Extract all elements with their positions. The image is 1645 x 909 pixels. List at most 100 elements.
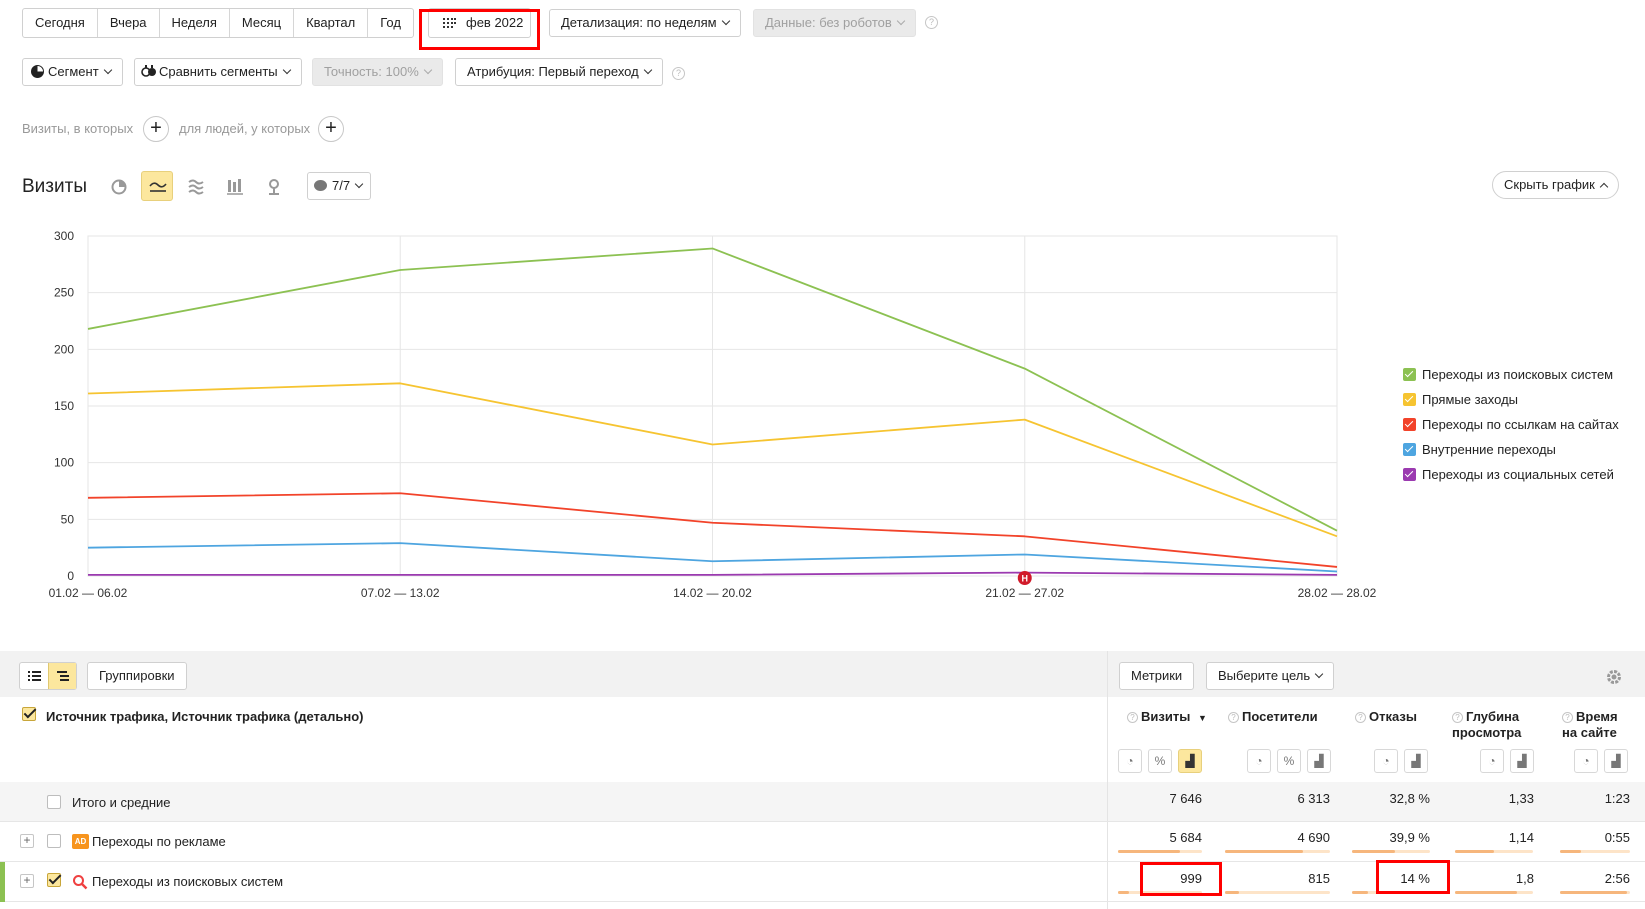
robots-filter-dropdown[interactable]: Данные: без роботов [753,9,916,37]
time-share-fill [1560,850,1581,853]
hide-chart-button[interactable]: Скрыть график [1492,171,1619,199]
depth-share-fill [1455,891,1518,894]
totals-depth: 1,33 [1508,791,1534,806]
row-checkbox[interactable] [47,795,61,809]
accuracy-label: Точность: 100% [324,64,419,79]
row-label[interactable]: Переходы из поисковых систем [92,874,283,889]
dimension-checkbox[interactable] [22,707,36,721]
totals-label: Итого и средние [72,795,171,810]
legend-checkbox-icon [1403,443,1416,456]
visits-pie-view-icon[interactable]: ◔ [1118,749,1142,773]
time-bar-view-icon[interactable]: ▟ [1604,749,1628,773]
area-chart-type-icon[interactable] [180,172,212,202]
period-tabs: Сегодня Вчера Неделя Месяц Квартал Год [22,8,414,38]
row-depth: 1,14 [1508,830,1534,845]
legend-item[interactable]: Прямые заходы [1403,391,1518,409]
row-divider [0,901,1645,902]
tree-view-icon[interactable] [48,663,76,689]
column-header-bounce[interactable]: ? Отказы [1355,709,1417,725]
map-chart-type-icon[interactable] [258,172,290,202]
y-tick-label: 200 [54,342,74,356]
column-header-depth[interactable]: ? Глубина просмотра [1452,709,1532,741]
row-label[interactable]: Переходы по рекламе [92,834,226,849]
compare-segments-dropdown[interactable]: Сравнить сегменты [134,58,302,86]
column-header-visits-label: Визиты [1141,709,1191,724]
period-tab-quarter[interactable]: Квартал [294,9,369,37]
time-pie-view-icon[interactable]: ◔ [1574,749,1598,773]
dimension-header: Источник трафика, Источник трафика (дета… [46,709,364,724]
depth-bar-view-icon[interactable]: ▟ [1510,749,1534,773]
row-visitors: 4 690 [1297,830,1330,845]
legend-checkbox-icon [1403,468,1416,481]
help-icon: ? [1562,712,1573,723]
legend-item[interactable]: Внутренние переходы [1403,441,1556,459]
column-header-depth-label: Глубина просмотра [1452,709,1522,740]
period-tab-week[interactable]: Неделя [160,9,230,37]
row-visits: 5 684 [1169,830,1202,845]
goal-dropdown[interactable]: Выберите цель [1206,662,1335,690]
hide-chart-label: Скрыть график [1504,177,1595,192]
row-time: 0:55 [1604,830,1630,845]
visitors-share-bar [1225,850,1330,853]
help-icon[interactable]: ? [672,67,685,80]
attribution-dropdown[interactable]: Атрибуция: Первый переход [455,58,663,86]
metrics-button[interactable]: Метрики [1119,662,1195,690]
detail-dropdown[interactable]: Детализация: по неделям [549,9,741,37]
legend-item[interactable]: Переходы по ссылкам на сайтах [1403,416,1619,434]
pie-chart-type-icon[interactable] [103,172,135,202]
period-tab-yesterday[interactable]: Вчера [98,9,160,37]
expand-row-button[interactable]: + [20,874,34,888]
visits-percent-view-icon[interactable]: % [1148,749,1172,773]
list-view-icon[interactable] [20,663,48,689]
column-header-visitors[interactable]: ? Посетители [1228,709,1318,725]
row-divider [0,821,1645,822]
visits-bar-view-icon[interactable]: ▟ [1178,749,1202,773]
series-selector-dropdown[interactable]: 7/7 [307,172,372,200]
visitors-percent-view-icon[interactable]: % [1277,749,1301,773]
add-visit-condition-button[interactable]: + [143,116,169,142]
row-visitors: 815 [1308,871,1330,886]
row-checkbox[interactable] [47,834,61,848]
chevron-down-icon [354,179,364,189]
bounce-bar-view-icon[interactable]: ▟ [1404,749,1428,773]
bar-chart-type-icon[interactable] [219,172,251,202]
chevron-down-icon [423,65,433,75]
totals-visits: 7 646 [1169,791,1202,806]
column-header-time[interactable]: ? Время на сайте [1562,709,1632,741]
chart-title: Визиты [22,176,87,197]
ad-badge-icon: AD [72,834,89,849]
legend-checkbox-icon [1403,368,1416,381]
time-share-bar [1560,850,1630,853]
help-icon: ? [1355,712,1366,723]
goal-label: Выберите цель [1218,668,1311,683]
x-tick-label: 01.02 — 06.02 [49,586,128,600]
visits-share-bar [1118,850,1202,853]
segment-dropdown[interactable]: Сегмент [22,58,123,86]
visitors-pie-view-icon[interactable]: ◔ [1247,749,1271,773]
groupings-label: Группировки [99,668,175,683]
expand-row-button[interactable]: + [20,834,34,848]
bounce-pie-view-icon[interactable]: ◔ [1374,749,1398,773]
legend-item[interactable]: Переходы из поисковых систем [1403,366,1613,384]
line-chart-type-icon[interactable] [141,171,173,201]
attribution-label: Атрибуция: Первый переход [467,64,639,79]
accuracy-dropdown[interactable]: Точность: 100% [312,58,443,86]
add-people-condition-button[interactable]: + [318,116,344,142]
legend-label: Переходы из социальных сетей [1422,467,1614,482]
period-tab-year[interactable]: Год [368,9,413,37]
chevron-down-icon [1314,669,1324,679]
comment-icon [314,180,327,191]
visitors-bar-view-icon[interactable]: ▟ [1307,749,1331,773]
groupings-button[interactable]: Группировки [87,662,187,690]
column-header-visits[interactable]: ? Визиты ▼ [1127,709,1207,726]
period-tab-today[interactable]: Сегодня [23,9,98,37]
row-checkbox[interactable] [47,873,61,887]
help-icon[interactable]: ? [925,16,938,29]
period-tab-month[interactable]: Месяц [230,9,295,37]
visitors-share-fill [1225,891,1239,894]
visits-line-chart: 0 50 100 150 200 250 300 01.02 — 06.02 07.02 — 1… [49,229,1377,600]
legend-item[interactable]: Переходы из социальных сетей [1403,466,1614,484]
compare-label: Сравнить сегменты [159,64,278,79]
depth-pie-view-icon[interactable]: ◔ [1480,749,1504,773]
settings-gear-icon[interactable] [1605,668,1623,686]
